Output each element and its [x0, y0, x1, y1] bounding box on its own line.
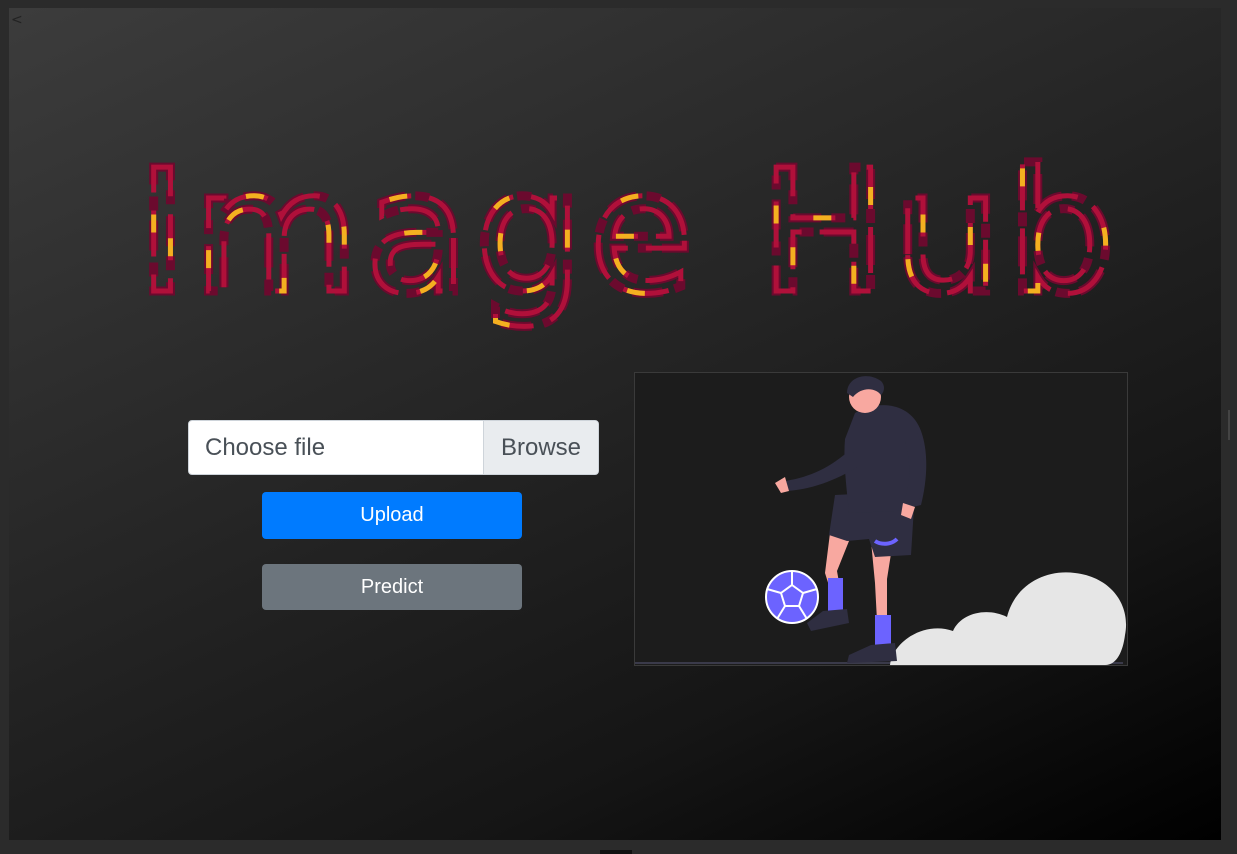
upload-button[interactable]: Upload [262, 492, 522, 539]
title-artwork: Image Hub Image Hub Image Hub [133, 130, 1120, 337]
page-title: Image Hub Image Hub Image Hub [129, 130, 1120, 343]
back-link[interactable]: < [11, 12, 23, 28]
file-input-group[interactable]: Choose file Browse [188, 420, 599, 475]
football-player-icon [635, 376, 1127, 665]
browse-button[interactable]: Browse [483, 421, 598, 474]
scroll-handle[interactable] [1228, 410, 1237, 440]
bottom-divider [600, 850, 632, 854]
predict-button[interactable]: Predict [262, 564, 522, 610]
football-player-illustration [634, 372, 1128, 666]
title-text-front: Image Hub [137, 143, 1119, 332]
file-input[interactable]: Choose file [189, 421, 483, 474]
app-frame: < Image Hub Image Hub Image Hub Choose f… [9, 8, 1221, 840]
